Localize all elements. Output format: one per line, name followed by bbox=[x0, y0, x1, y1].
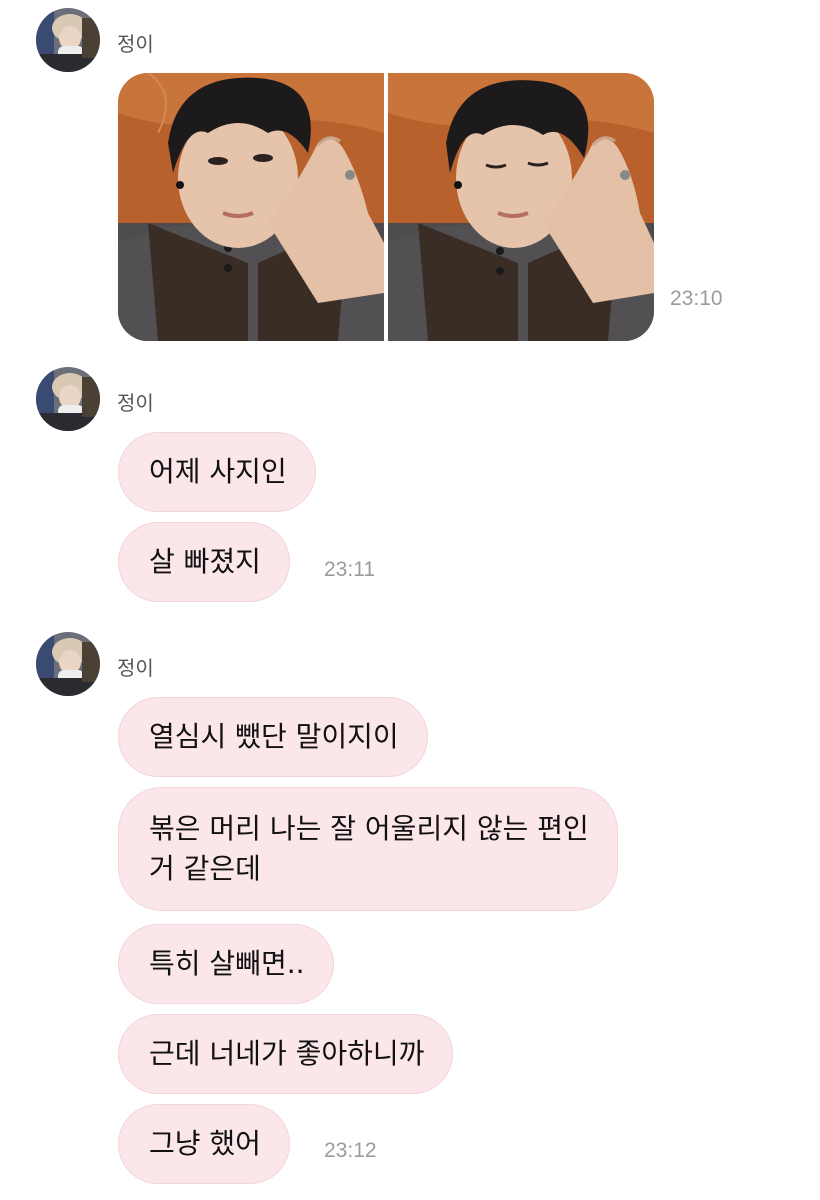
sender-name: 정이 bbox=[117, 391, 154, 415]
avatar[interactable] bbox=[36, 367, 100, 431]
sender-name: 정이 bbox=[117, 32, 154, 56]
avatar[interactable] bbox=[36, 8, 100, 72]
message-bubble[interactable]: 특히 살빼면.. bbox=[118, 924, 334, 1004]
timestamp: 23:10 bbox=[670, 287, 723, 310]
message-bubble[interactable]: 열심시 뺐단 말이지이 bbox=[118, 697, 428, 777]
message-bubble[interactable]: 근데 너네가 좋아하니까 bbox=[118, 1014, 454, 1094]
message-bubble[interactable]: 어제 사지인 bbox=[118, 432, 316, 512]
photo-attachment[interactable] bbox=[118, 73, 654, 341]
sender-name: 정이 bbox=[117, 656, 154, 680]
timestamp: 23:12 bbox=[324, 1139, 377, 1162]
timestamp: 23:11 bbox=[324, 558, 375, 581]
photo-1[interactable] bbox=[118, 73, 384, 341]
message-bubble[interactable]: 그냥 했어 bbox=[118, 1104, 290, 1184]
photo-2[interactable] bbox=[388, 73, 654, 341]
message-bubble[interactable]: 살 빠졌지 bbox=[118, 522, 290, 602]
message-bubble[interactable]: 볶은 머리 나는 잘 어울리지 않는 편인 거 같은데 bbox=[118, 787, 618, 911]
avatar[interactable] bbox=[36, 632, 100, 696]
